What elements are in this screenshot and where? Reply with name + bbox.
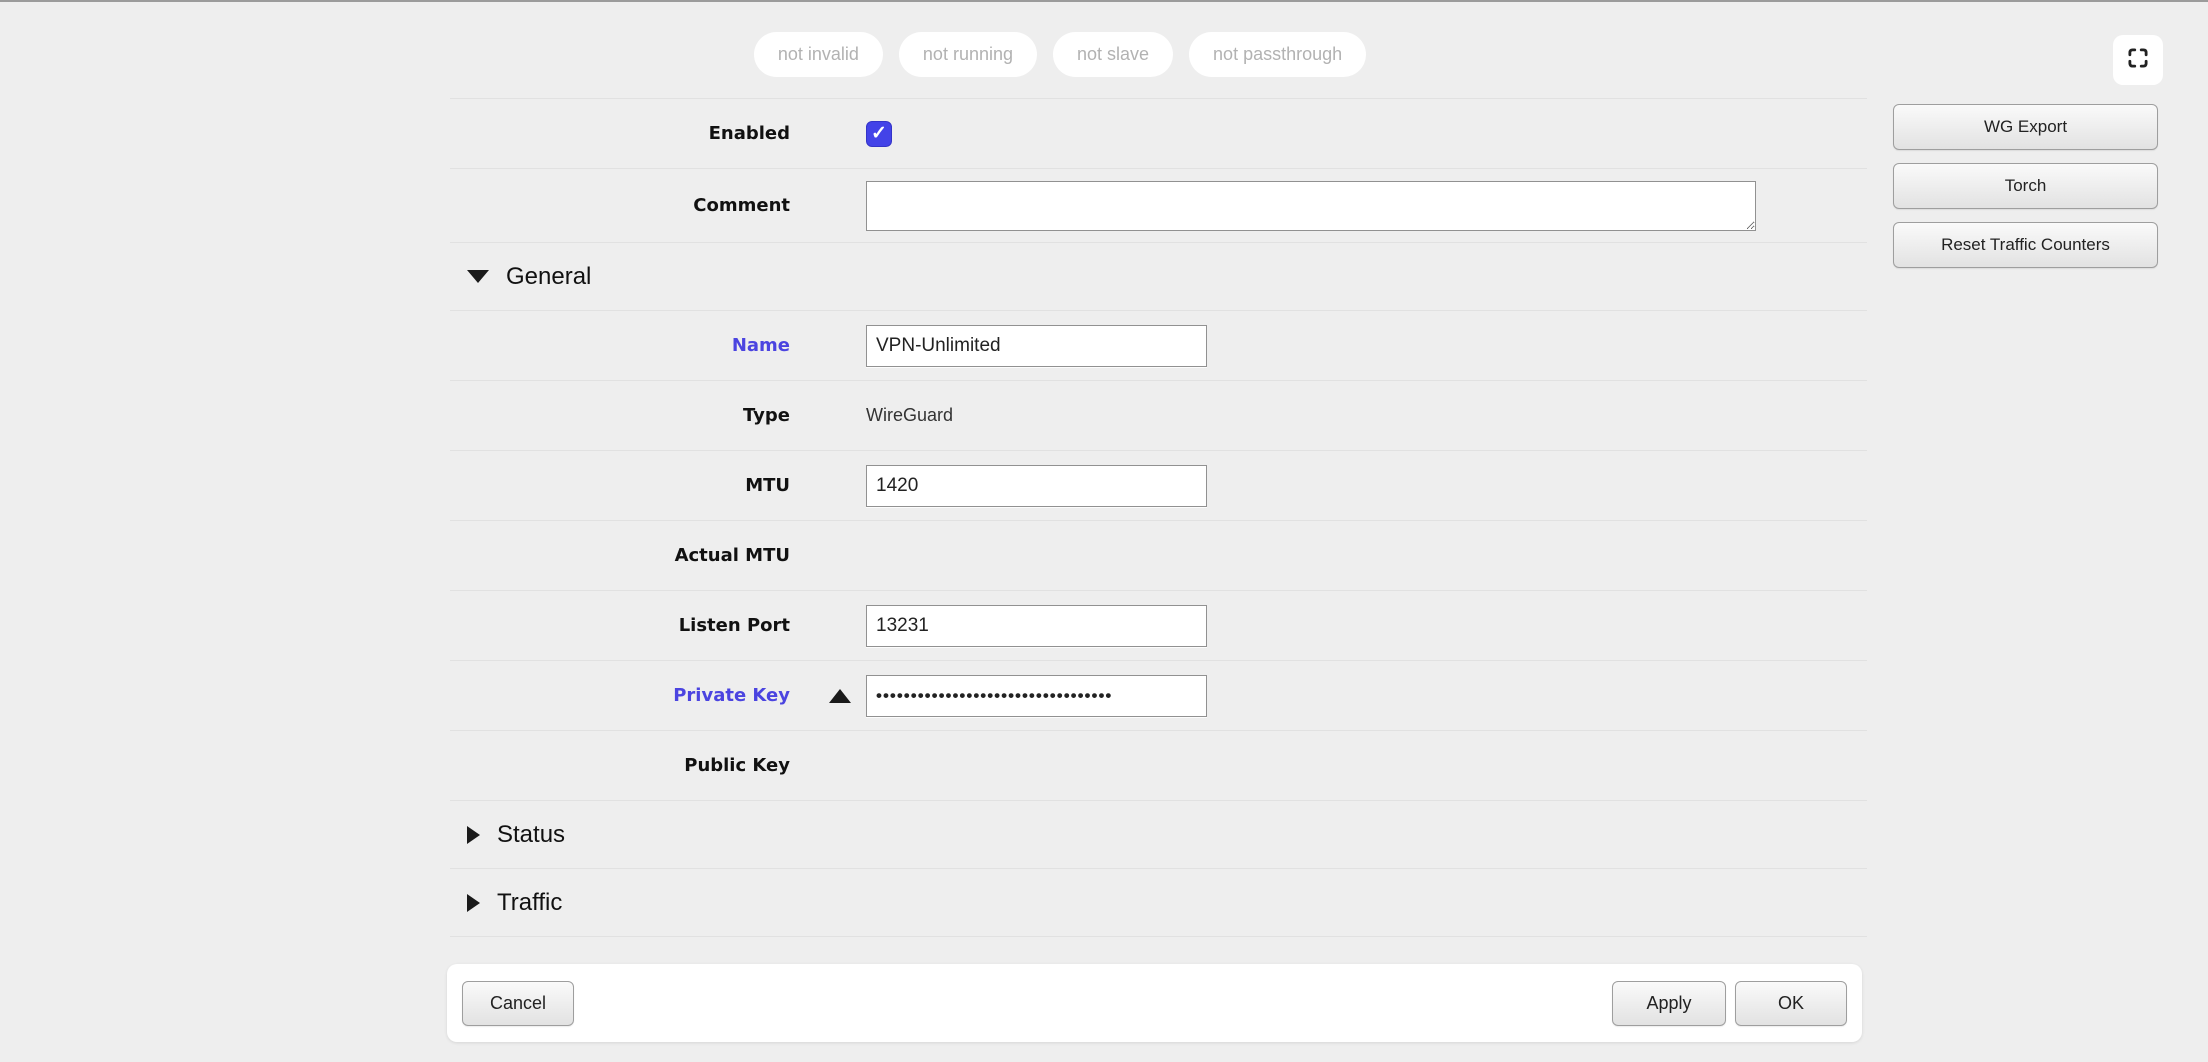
status-badge-row: not invalid not running not slave not pa… (450, 32, 1670, 77)
actual-mtu-label: Actual MTU (450, 545, 790, 566)
fullscreen-button[interactable] (2113, 35, 2163, 85)
fullscreen-icon (2125, 45, 2151, 76)
section-title: General (506, 263, 591, 291)
listen-port-input[interactable] (866, 605, 1207, 647)
name-label: Name (450, 335, 790, 356)
apply-button[interactable]: Apply (1612, 981, 1726, 1026)
interface-form: Enabled ✓ Comment General Name Type (450, 98, 1867, 937)
private-key-input[interactable] (866, 675, 1207, 717)
status-badge: not passthrough (1189, 32, 1366, 77)
enabled-label: Enabled (450, 123, 790, 144)
reset-traffic-counters-button[interactable]: Reset Traffic Counters (1893, 222, 2158, 268)
section-title: Traffic (497, 889, 562, 917)
section-header-general[interactable]: General (450, 243, 1867, 311)
wireguard-interface-dialog: not invalid not running not slave not pa… (0, 0, 2208, 1062)
mtu-row: MTU (450, 451, 1867, 521)
section-title: Status (497, 821, 565, 849)
section-header-status[interactable]: Status (450, 801, 1867, 869)
side-action-buttons: WG Export Torch Reset Traffic Counters (1893, 104, 2158, 268)
enabled-checkbox[interactable]: ✓ (866, 121, 892, 147)
name-row: Name (450, 311, 1867, 381)
enabled-row: Enabled ✓ (450, 99, 1867, 169)
private-key-row: Private Key (450, 661, 1867, 731)
cancel-button[interactable]: Cancel (462, 981, 574, 1026)
chevron-right-icon (467, 826, 480, 844)
status-badge: not slave (1053, 32, 1173, 77)
footer-action-bar: Cancel Apply OK (447, 964, 1862, 1042)
status-badge: not running (899, 32, 1037, 77)
name-input[interactable] (866, 325, 1207, 367)
comment-input[interactable] (866, 181, 1756, 231)
torch-button[interactable]: Torch (1893, 163, 2158, 209)
chevron-down-icon (467, 270, 489, 283)
mtu-input[interactable] (866, 465, 1207, 507)
type-row: Type WireGuard (450, 381, 1867, 451)
wg-export-button[interactable]: WG Export (1893, 104, 2158, 150)
public-key-row: Public Key (450, 731, 1867, 801)
chevron-right-icon (467, 894, 480, 912)
section-header-traffic[interactable]: Traffic (450, 869, 1867, 937)
ok-button[interactable]: OK (1735, 981, 1847, 1026)
comment-label: Comment (450, 195, 790, 216)
mtu-label: MTU (450, 475, 790, 496)
comment-row: Comment (450, 169, 1867, 243)
private-key-label: Private Key (450, 685, 790, 706)
actual-mtu-row: Actual MTU (450, 521, 1867, 591)
listen-port-label: Listen Port (450, 615, 790, 636)
type-label: Type (450, 405, 790, 426)
status-badge: not invalid (754, 32, 883, 77)
public-key-label: Public Key (450, 755, 790, 776)
listen-port-row: Listen Port (450, 591, 1867, 661)
type-value: WireGuard (866, 405, 953, 426)
collapse-arrow-icon[interactable] (829, 689, 851, 703)
